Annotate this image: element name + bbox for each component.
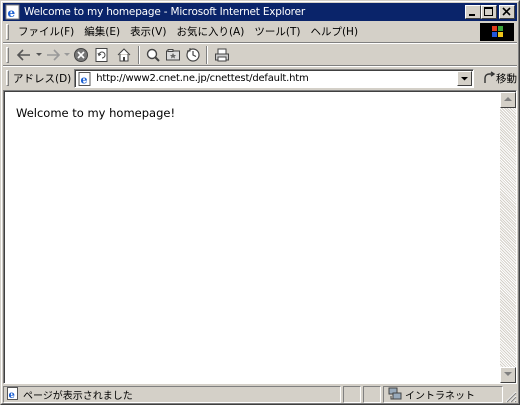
page-done-icon: e: [7, 387, 18, 401]
document-viewport: Welcome to my homepage!: [4, 91, 516, 383]
go-label: 移動: [496, 72, 517, 85]
chevron-down-icon: [36, 53, 42, 56]
favorites-icon: [166, 49, 180, 61]
menu-edit[interactable]: 編集(E): [79, 24, 125, 40]
search-icon: [146, 48, 160, 62]
history-icon: [186, 48, 200, 62]
minimize-button[interactable]: [465, 5, 481, 19]
address-url[interactable]: http://www2.cnet.ne.jp/cnettest/default.…: [96, 73, 308, 84]
go-button[interactable]: 移動: [482, 71, 517, 86]
scroll-up-arrow-icon: [504, 97, 512, 101]
standard-toolbar: [3, 44, 517, 66]
title-bar[interactable]: e Welcome to my homepage - Microsoft Int…: [3, 3, 517, 21]
toolbar-separator: [138, 46, 140, 64]
maximize-button[interactable]: [481, 5, 497, 19]
title-buttons: [465, 5, 515, 19]
menu-band-grip[interactable]: [6, 24, 9, 40]
windows-logo: [480, 23, 514, 41]
address-label: アドレス(D): [13, 72, 72, 85]
vertical-scrollbar[interactable]: [500, 92, 516, 383]
address-band-grip[interactable]: [6, 70, 9, 86]
menu-tools[interactable]: ツール(T): [249, 24, 305, 40]
forward-dropdown[interactable]: [63, 45, 71, 65]
address-bar: アドレス(D) e http://www2.cnet.ne.jp/cnettes…: [3, 67, 517, 89]
back-icon: [16, 49, 30, 61]
svg-text:e: e: [8, 6, 16, 20]
menu-view[interactable]: 表示(V): [125, 24, 171, 40]
chevron-down-icon: [64, 53, 70, 56]
refresh-button[interactable]: [91, 45, 113, 65]
content-frame: Welcome to my homepage!: [3, 90, 517, 384]
address-field-inner[interactable]: e http://www2.cnet.ne.jp/cnettest/defaul…: [75, 69, 473, 87]
menu-help[interactable]: ヘルプ(H): [305, 24, 363, 40]
stop-button[interactable]: [71, 45, 91, 65]
history-button[interactable]: [183, 45, 203, 65]
menu-favorites[interactable]: お気に入り(A): [171, 24, 249, 40]
intranet-zone-icon: [388, 387, 402, 400]
refresh-icon: [95, 48, 108, 62]
toolbar-separator: [206, 46, 208, 64]
forward-icon: [47, 49, 61, 61]
back-dropdown[interactable]: [35, 45, 43, 65]
status-message: ページが表示されました: [23, 390, 133, 402]
home-icon: [117, 48, 131, 62]
address-field[interactable]: e http://www2.cnet.ne.jp/cnettest/defaul…: [74, 68, 474, 88]
address-dropdown-button[interactable]: [457, 70, 472, 86]
menu-file[interactable]: ファイル(F): [13, 24, 79, 40]
window-title: Welcome to my homepage - Microsoft Inter…: [24, 6, 305, 18]
toolbar-band-grip[interactable]: [6, 47, 9, 63]
back-button[interactable]: [13, 45, 35, 65]
svg-text:e: e: [81, 73, 88, 86]
page-body: Welcome to my homepage!: [5, 92, 500, 383]
ie-app-icon[interactable]: e: [5, 4, 21, 20]
home-button[interactable]: [113, 45, 135, 65]
print-button[interactable]: [211, 45, 233, 65]
close-button[interactable]: [499, 5, 515, 19]
page-heading-text: Welcome to my homepage!: [16, 106, 176, 120]
svg-text:e: e: [9, 390, 15, 401]
forward-button[interactable]: [43, 45, 63, 65]
browser-window: e Welcome to my homepage - Microsoft Int…: [0, 0, 520, 405]
go-arrow-icon: [484, 71, 496, 83]
status-message-panel: e ページが表示されました: [3, 385, 341, 403]
status-panel-progress: [343, 385, 361, 403]
status-panel-secure: [363, 385, 381, 403]
chevron-down-icon: [461, 76, 468, 80]
menu-bar: ファイル(F) 編集(E) 表示(V) お気に入り(A) ツール(T) ヘルプ(…: [3, 22, 517, 42]
security-zone-label: イントラネット: [405, 390, 475, 402]
stop-icon: [74, 48, 88, 62]
page-icon: e: [77, 71, 93, 86]
print-icon: [215, 48, 229, 62]
security-zone-panel[interactable]: イントラネット: [383, 385, 503, 403]
favorites-button[interactable]: [163, 45, 183, 65]
status-bar: e ページが表示されました イントラネット: [3, 385, 517, 403]
scroll-down-button[interactable]: [500, 367, 516, 383]
search-button[interactable]: [143, 45, 163, 65]
resize-grip-icon[interactable]: [505, 391, 517, 403]
scroll-down-arrow-icon: [504, 372, 512, 376]
scroll-up-button[interactable]: [500, 92, 516, 108]
